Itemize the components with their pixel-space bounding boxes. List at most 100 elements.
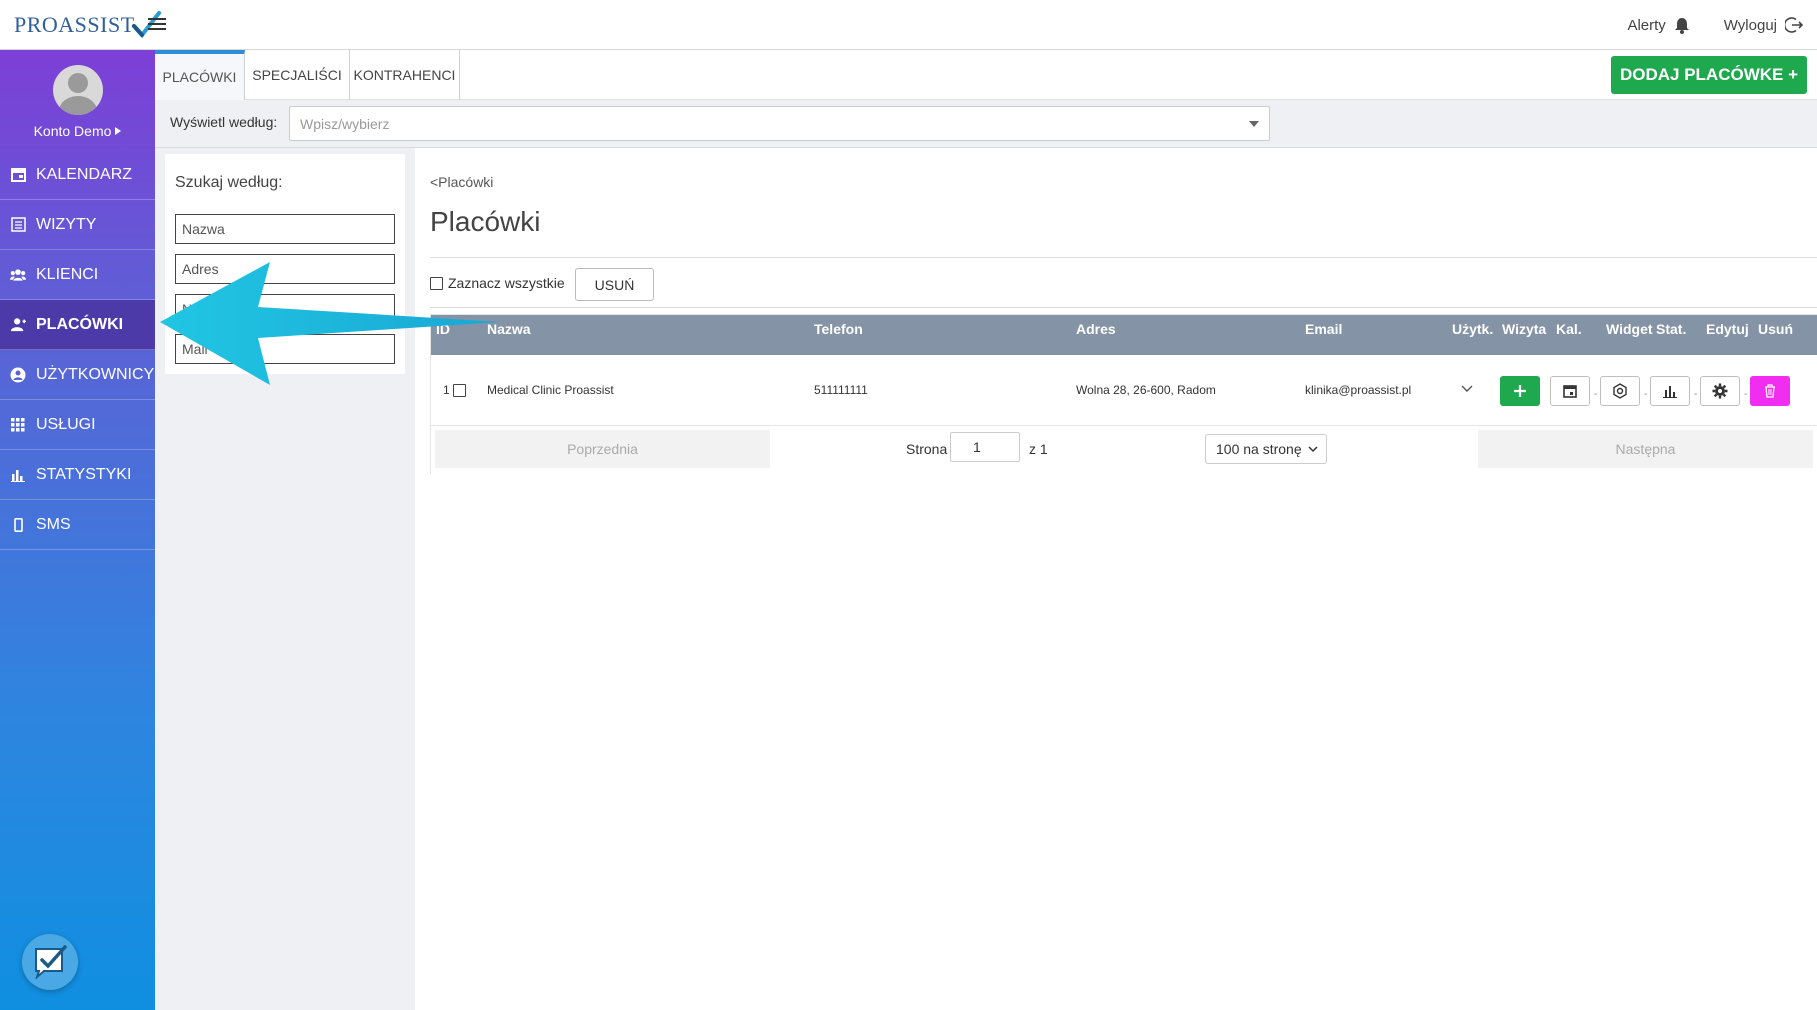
users-icon	[10, 267, 26, 283]
logout-button[interactable]: Wyloguj	[1724, 16, 1803, 34]
menu-toggle-icon[interactable]	[148, 15, 166, 33]
sidebar-item-statystyki[interactable]: STATYSTYKI	[0, 450, 155, 500]
avatar[interactable]	[52, 65, 103, 115]
next-page-button[interactable]: Następna	[1478, 430, 1813, 468]
pagination: Poprzednia Strona 1 z 1 100 na stronę Na…	[431, 425, 1817, 475]
search-title: Szukaj według:	[175, 174, 283, 191]
caret-right-icon	[115, 127, 122, 135]
page-label: Strona	[906, 441, 948, 457]
sidebar-item-label: SMS	[36, 515, 71, 533]
column-header-calendar: Kal.	[1556, 321, 1582, 337]
sidebar-item-placowki[interactable]: PLACÓWKI	[0, 300, 155, 350]
column-header-users: Użytk.	[1452, 321, 1494, 337]
tabs-bar: PLACÓWKI SPECJALIŚCI KONTRAHENCI DODAJ P…	[155, 50, 1817, 100]
add-visit-button[interactable]	[1500, 376, 1540, 406]
filter-bar: Wyświetl według: Wpisz/wybierz	[155, 100, 1817, 148]
previous-page-button[interactable]: Poprzednia	[435, 430, 770, 468]
filter-label: Wyświetl według:	[170, 114, 278, 130]
plus-icon	[1514, 385, 1526, 397]
column-header-visit: Wizyta	[1502, 321, 1547, 337]
tab-label: SPECJALIŚCI	[252, 67, 342, 83]
tab-specjalisci[interactable]: SPECJALIŚCI	[245, 50, 350, 100]
trash-icon	[1765, 384, 1775, 398]
filter-select[interactable]: Wpisz/wybierz	[289, 106, 1270, 141]
column-header-delete: Usuń	[1758, 321, 1793, 337]
bell-icon	[1674, 17, 1689, 34]
sidebar-item-wizyty[interactable]: WIZYTY	[0, 200, 155, 250]
page-number-input[interactable]: 1	[950, 432, 1020, 462]
profile-section: Konto Demo	[0, 50, 155, 150]
chevron-down-icon	[1308, 446, 1318, 453]
chevron-down-icon[interactable]	[1461, 385, 1473, 393]
divider	[430, 257, 1817, 258]
column-header-email: Email	[1305, 321, 1343, 337]
alerts-label: Alerty	[1627, 16, 1666, 34]
sidebar-item-uslugi[interactable]: USŁUGI	[0, 400, 155, 450]
edit-button[interactable]	[1700, 376, 1740, 406]
search-name-input[interactable]	[175, 214, 395, 244]
chart-icon	[10, 467, 26, 483]
tab-kontrahenci[interactable]: KONTRAHENCI	[350, 50, 460, 100]
tab-placowki[interactable]: PLACÓWKI	[155, 50, 245, 100]
search-mail-input[interactable]	[175, 334, 395, 364]
row-phone: 511111111	[814, 383, 868, 397]
row-address: Wolna 28, 26-600, Radom	[1076, 383, 1216, 397]
chart-icon	[1663, 385, 1677, 398]
sidebar-item-label: UŻYTKOWNICY	[36, 365, 155, 383]
search-address-input[interactable]	[175, 254, 395, 284]
checkbox[interactable]	[430, 276, 443, 290]
sidebar-item-label: STATYSTYKI	[36, 465, 132, 483]
column-header-id: ID	[436, 321, 450, 337]
page-title: Placówki	[430, 206, 541, 237]
breadcrumb[interactable]: <Placówki	[430, 174, 493, 190]
column-header-phone: Telefon	[814, 321, 863, 337]
sidebar-item-label: USŁUGI	[36, 415, 96, 433]
row-checkbox[interactable]	[453, 384, 466, 397]
profile-menu[interactable]: Konto Demo	[34, 123, 122, 139]
calendar-button[interactable]	[1550, 376, 1590, 406]
widget-button[interactable]	[1600, 376, 1640, 406]
sidebar-item-sms[interactable]: SMS	[0, 500, 155, 550]
sidebar-item-kalendarz[interactable]: KALENDARZ	[0, 150, 155, 200]
sidebar-item-klienci[interactable]: KLIENCI	[0, 250, 155, 300]
select-all-checkbox[interactable]: Zaznacz wszystkie	[430, 275, 565, 291]
sidebar-item-label: KALENDARZ	[36, 165, 133, 183]
select-all-label: Zaznacz wszystkie	[448, 275, 565, 291]
calendar-icon	[10, 167, 26, 183]
left-area: Szukaj według:	[155, 148, 415, 1010]
proassist-logo[interactable]: PROASSIST	[14, 8, 161, 42]
delete-selected-button[interactable]: USUŃ	[575, 268, 654, 301]
page-number-value: 1	[973, 439, 981, 455]
chat-widget-button[interactable]	[22, 934, 78, 990]
gear-icon	[1712, 383, 1728, 399]
divider	[430, 307, 1817, 308]
chat-check-icon	[35, 945, 67, 979]
row-id: 1	[443, 383, 450, 397]
calendar-icon	[1563, 385, 1577, 398]
widget-icon	[1613, 383, 1627, 399]
logo-text: PROASSIST	[14, 12, 135, 37]
column-header-name: Nazwa	[487, 321, 531, 337]
user-circle-icon	[10, 367, 26, 383]
logout-label: Wyloguj	[1723, 16, 1777, 34]
table-row: 1 Medical Clinic Proassist 511111111 Wol…	[431, 355, 1817, 425]
sidebar-item-label: KLIENCI	[36, 265, 99, 283]
search-panel: Szukaj według:	[165, 154, 405, 374]
search-number-input[interactable]	[175, 294, 395, 324]
phone-icon	[10, 517, 26, 533]
add-placowka-button[interactable]: DODAJ PLACÓWKE +	[1611, 56, 1807, 94]
profile-name: Konto Demo	[33, 123, 112, 139]
stats-button[interactable]	[1650, 376, 1690, 406]
delete-row-button[interactable]	[1750, 376, 1790, 406]
filter-placeholder: Wpisz/wybierz	[300, 115, 390, 132]
sidebar-item-label: WIZYTY	[36, 215, 97, 233]
alerts-button[interactable]: Alerty	[1627, 17, 1689, 34]
row-email: klinika@proassist.pl	[1305, 383, 1412, 397]
per-page-value: 100 na stronę	[1216, 441, 1302, 457]
sidebar-item-uzytkownicy[interactable]: UŻYTKOWNICY	[0, 350, 155, 400]
logout-icon	[1785, 17, 1803, 33]
per-page-select[interactable]: 100 na stronę	[1205, 434, 1327, 464]
placowki-table: ID Nazwa Telefon Adres Email Użytk. Wizy…	[430, 314, 1817, 475]
user-icon	[10, 317, 26, 333]
column-header-address: Adres	[1076, 321, 1116, 337]
